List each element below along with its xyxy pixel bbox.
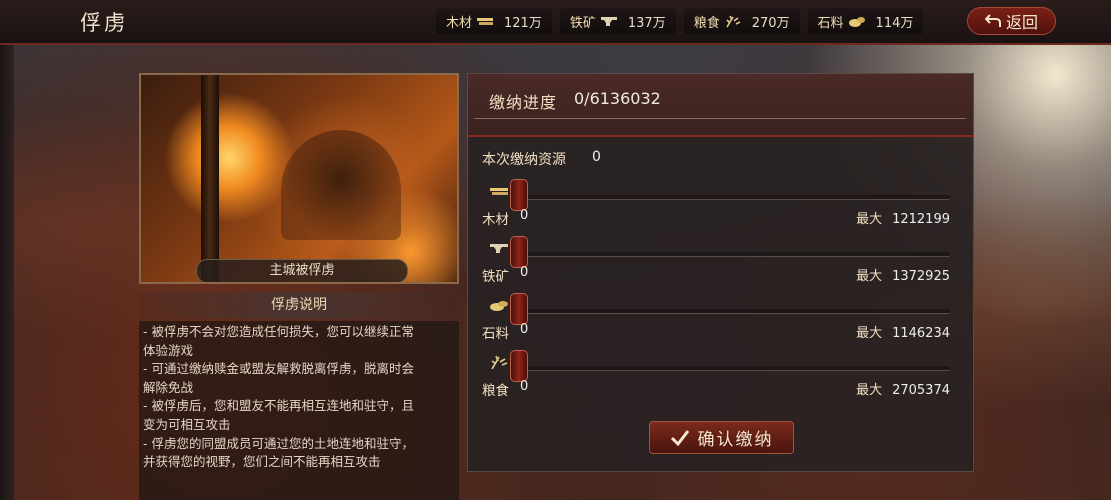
back-arrow-icon: [984, 14, 1001, 27]
row-value: 0: [520, 379, 529, 394]
resource-label: 木材: [446, 15, 473, 31]
iron-icon: [490, 244, 508, 253]
stone-icon: [490, 301, 508, 311]
max-label: 最大: [856, 326, 883, 341]
wood-slider-track[interactable]: [510, 195, 950, 200]
max-label: 最大: [856, 269, 883, 284]
divider: [474, 118, 966, 119]
explain-line: - 被俘虏后，您和盟友不能再相互连地和驻守，且: [143, 398, 414, 414]
resource-label: 粮食: [693, 15, 720, 31]
row-label: 木材: [482, 212, 509, 228]
iron-slider-handle[interactable]: [510, 236, 528, 268]
max-info: 最大 1212199: [856, 208, 950, 227]
resource-value: 137万: [627, 15, 666, 31]
row-value: 0: [520, 322, 529, 337]
max-info: 最大 1146234: [856, 322, 950, 341]
slider-row-grain: 粮食 0 最大 2705374: [468, 350, 973, 400]
max-value: 1372925: [892, 269, 950, 284]
resource-bar: 木材 121万 铁矿 137万 粮食 270万 石料 114万: [436, 8, 924, 34]
slider-row-iron: 铁矿 0 最大 1372925: [468, 236, 973, 286]
grain-slider-track[interactable]: [510, 366, 950, 371]
explain-line: - 被俘虏不会对您造成任何损失，您可以继续正常: [143, 324, 414, 339]
max-value: 2705374: [892, 383, 950, 398]
wood-icon: [477, 18, 494, 25]
row-value: 0: [520, 265, 529, 280]
image-caption: 主城被俘虏: [196, 259, 408, 282]
stone-slider-handle[interactable]: [510, 293, 528, 325]
ransom-panel: 缴纳进度 0/6136032 本次缴纳资源 0 木材 0 最大 1212199 铁…: [467, 73, 974, 472]
resource-label: 石料: [817, 15, 844, 31]
grain-icon: [491, 355, 508, 370]
top-bar: 俘虏 木材 121万 铁矿 137万 粮食 270万 石料 114万 返回: [0, 0, 1111, 45]
contribution-value: 0: [592, 149, 601, 165]
resource-grain: 粮食 270万: [683, 8, 800, 34]
row-label: 石料: [482, 326, 509, 342]
max-info: 最大 1372925: [856, 265, 950, 284]
row-label: 粮食: [482, 383, 509, 399]
stone-slider-track[interactable]: [510, 309, 950, 314]
explain-line: 并获得您的视野，您们之间不能再相互攻击: [143, 454, 381, 470]
max-value: 1146234: [892, 326, 950, 341]
confirm-pay-button[interactable]: 确认缴纳: [649, 421, 794, 454]
slider-row-stone: 石料 0 最大 1146234: [468, 293, 973, 343]
row-label: 铁矿: [482, 269, 509, 285]
prison-bars-graphic: [201, 75, 219, 282]
progress-header: 缴纳进度 0/6136032: [468, 74, 973, 137]
resource-stone: 石料 114万: [807, 8, 924, 34]
slider-row-wood: 木材 0 最大 1212199: [468, 179, 973, 229]
resource-wood: 木材 121万: [436, 8, 552, 34]
explain-line: - 俘虏您的同盟成员可通过您的土地连地和驻守，: [143, 435, 414, 451]
explain-title: 俘虏说明: [139, 292, 459, 319]
iron-slider-track[interactable]: [510, 252, 950, 257]
row-value: 0: [520, 208, 529, 223]
explain-line: 解除免战: [143, 379, 194, 395]
back-button[interactable]: 返回: [967, 7, 1056, 35]
back-label: 返回: [1005, 13, 1038, 32]
resource-label: 铁矿: [569, 15, 596, 31]
grain-icon: [726, 15, 741, 28]
check-icon: [670, 429, 689, 446]
prisoner-figure-graphic: [281, 130, 401, 240]
progress-label: 缴纳进度: [489, 93, 558, 112]
max-label: 最大: [856, 383, 883, 398]
explain-text[interactable]: - 被俘虏不会对您造成任何损失，您可以继续正常 体验游戏 - 可通过缴纳赎金或盟…: [139, 321, 459, 500]
grain-slider-handle[interactable]: [510, 350, 528, 382]
confirm-label: 确认缴纳: [697, 430, 774, 450]
resource-value: 114万: [875, 15, 914, 31]
progress-value: 0/6136032: [574, 89, 661, 108]
explain-line: 变为可相互攻击: [143, 416, 231, 432]
captured-city-image: 主城被俘虏: [139, 73, 459, 284]
max-label: 最大: [856, 212, 883, 227]
wood-slider-handle[interactable]: [510, 179, 528, 211]
max-value: 1212199: [892, 212, 950, 227]
resource-value: 270万: [751, 15, 790, 31]
left-frame: [0, 40, 14, 500]
explain-line: 体验游戏: [143, 342, 194, 358]
contribution-label: 本次缴纳资源: [482, 152, 566, 168]
page-title: 俘虏: [80, 11, 128, 35]
explain-line: - 可通过缴纳赎金或盟友解救脱离俘虏，脱离时会: [143, 361, 414, 377]
wood-icon: [490, 188, 508, 195]
capture-info-panel: 主城被俘虏 俘虏说明 - 被俘虏不会对您造成任何损失，您可以继续正常 体验游戏 …: [139, 73, 459, 500]
max-info: 最大 2705374: [856, 379, 950, 398]
iron-icon: [600, 17, 617, 26]
stone-icon: [848, 17, 865, 27]
resource-value: 121万: [504, 15, 542, 31]
resource-iron: 铁矿 137万: [559, 8, 676, 34]
